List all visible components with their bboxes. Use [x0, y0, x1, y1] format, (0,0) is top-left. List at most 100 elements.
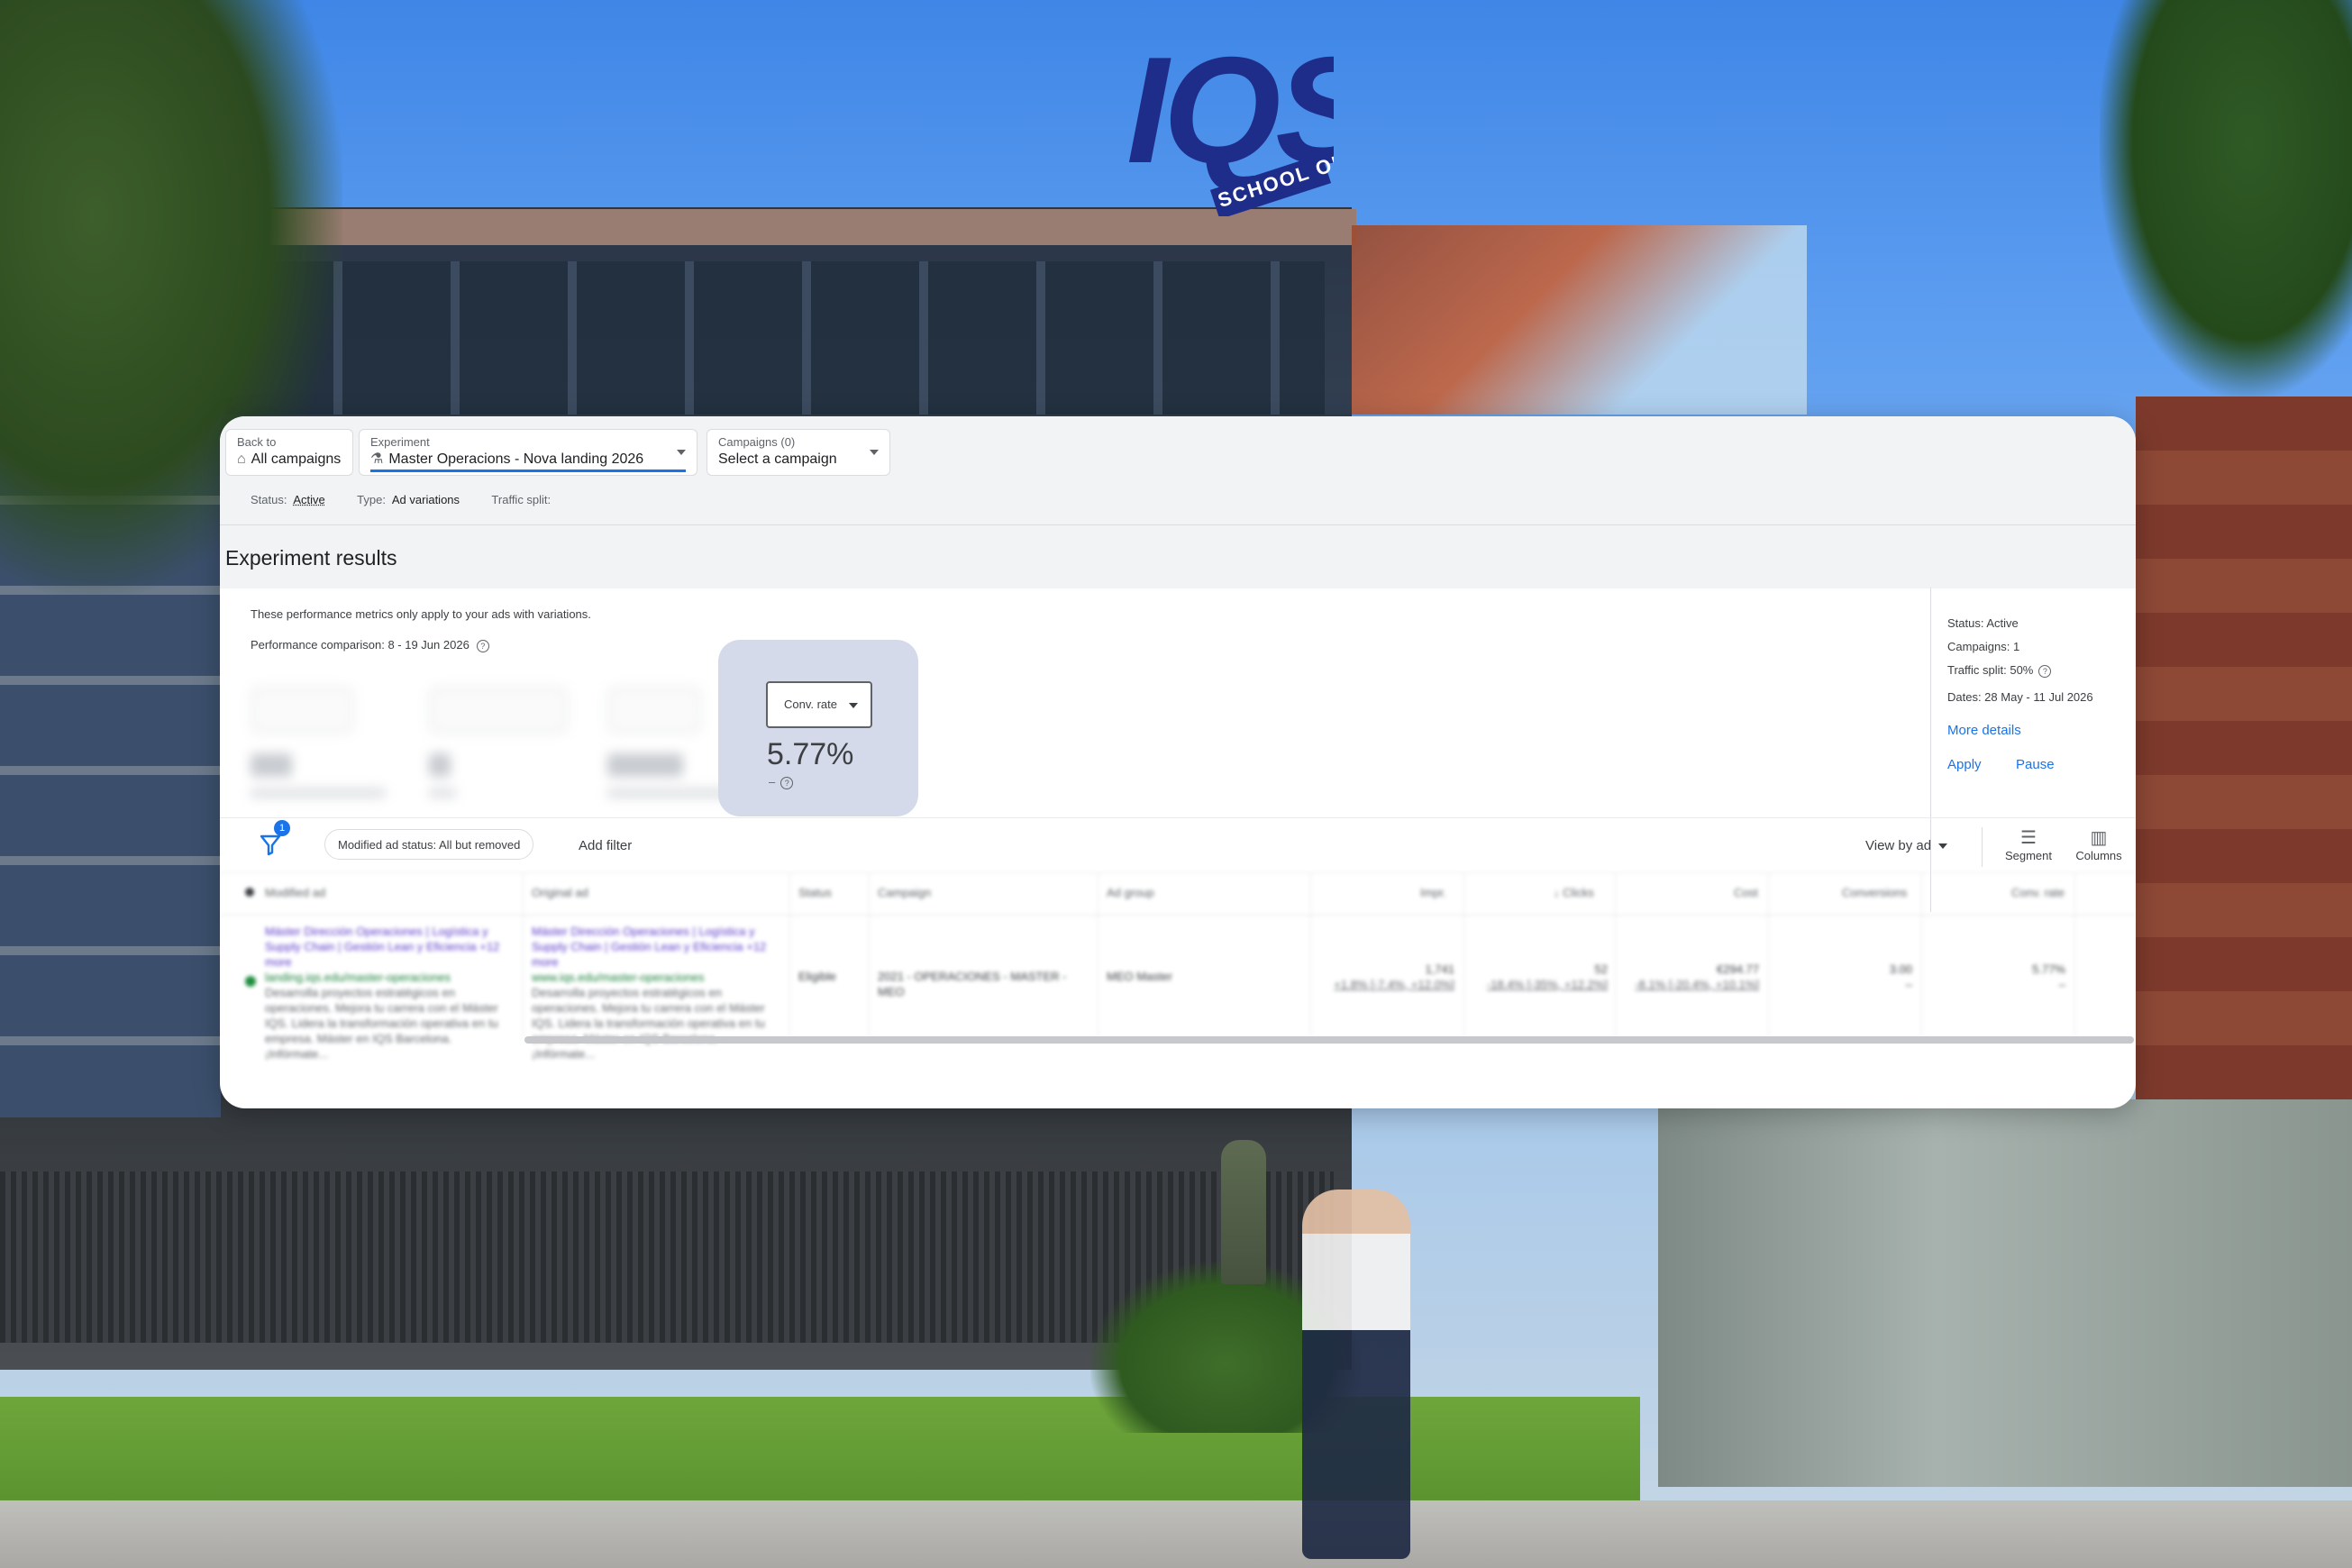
pause-link[interactable]: Pause: [2016, 757, 2055, 772]
experiment-header: Back to ⌂ All campaigns Experiment ⚗ Maste…: [220, 416, 2136, 525]
metric-value: [429, 753, 451, 777]
pavement: [0, 1500, 2352, 1568]
original-ad-description: Desarrolla proyectos estratégicos en ope…: [532, 986, 765, 1061]
modified-ad-cell[interactable]: Máster Dirección Operaciones | Logística…: [265, 924, 515, 1062]
iqs-logo: IQS SCHOOL OF MANAGEMENT · RAMON LLULL: [1126, 36, 1334, 216]
metric-card-conversions[interactable]: [429, 687, 591, 804]
glass-entrance: [1658, 1099, 2352, 1487]
metric-card-impressions[interactable]: [251, 687, 413, 804]
google-ads-experiment-panel: Back to ⌂ All campaigns Experiment ⚗ Maste…: [220, 416, 2136, 1108]
col-modified-ad[interactable]: Modified ad: [265, 886, 325, 899]
conversions-value: 3.00: [1889, 962, 1912, 976]
roof-canopy: [1352, 225, 1807, 415]
statue: [1221, 1140, 1266, 1284]
cost-delta[interactable]: -8.1% [-20.4%, +10.1%]: [1633, 977, 1759, 992]
conv-rate-cell: 5.77% –: [1939, 962, 2065, 992]
cost-cell: €294.77 -8.1% [-20.4%, +10.1%]: [1633, 962, 1759, 992]
help-icon[interactable]: ?: [780, 776, 794, 789]
building-upper-facade: [225, 261, 1325, 415]
campaigns-label: Campaigns (0): [718, 435, 796, 449]
metric-selector[interactable]: [429, 687, 568, 734]
conv-rate-sub: –: [769, 775, 776, 789]
columns-label: Columns: [2075, 849, 2122, 862]
col-original-ad[interactable]: Original ad: [532, 886, 588, 899]
status-label: Status:: [251, 493, 287, 506]
results-title-band: [220, 525, 2136, 588]
page-title: Experiment results: [225, 546, 397, 570]
conversions-cell: 3.00 –: [1786, 962, 1912, 992]
experiment-selector[interactable]: Experiment ⚗ Master Operacions - Nova lan…: [359, 429, 697, 476]
col-conversions[interactable]: Conversions: [1842, 886, 1907, 899]
metric-selector[interactable]: [607, 687, 701, 734]
metric-value: [607, 753, 683, 777]
status-column-icon: [245, 888, 254, 897]
type-label: Type:: [357, 493, 386, 506]
campaign-selector[interactable]: Campaigns (0) Select a campaign: [707, 429, 890, 476]
conversions-delta: –: [1905, 978, 1912, 991]
conv-rate-cell-value: 5.77%: [2032, 962, 2065, 976]
conv-rate-selector[interactable]: Conv. rate: [766, 681, 872, 728]
cost-value: €294.77: [1717, 962, 1759, 976]
horizontal-scrollbar[interactable]: [524, 1036, 2134, 1044]
modified-ad-description: Desarrolla proyectos estratégicos en ope…: [265, 986, 498, 1061]
impressions-value: 1,741: [1425, 962, 1454, 976]
col-ad-group[interactable]: Ad group: [1107, 886, 1154, 899]
col-cost[interactable]: Cost: [1734, 886, 1758, 899]
help-icon[interactable]: ?: [2038, 664, 2052, 678]
segment-button[interactable]: ☰ Segment: [1997, 827, 2060, 862]
chevron-down-icon: [849, 703, 858, 708]
home-icon: ⌂: [237, 451, 246, 467]
tree-right: [2100, 0, 2352, 397]
experiment-label: Experiment: [370, 435, 430, 449]
back-value: All campaigns: [251, 451, 342, 467]
filter-bar: 1 Modified ad status: All but removed Ad…: [220, 817, 2136, 872]
clicks-delta[interactable]: -18.4% [-35%, +12.2%]: [1481, 977, 1608, 992]
toolbar-divider: [1982, 827, 1983, 867]
metric-comparison: [429, 788, 456, 798]
col-status[interactable]: Status: [798, 886, 832, 899]
metrics-note: These performance metrics only apply to …: [251, 607, 591, 621]
campaigns-value: Select a campaign: [718, 451, 837, 467]
back-label: Back to: [237, 435, 277, 449]
original-ad-url: www.iqs.edu/master-operaciones: [532, 971, 705, 984]
metric-card-conv-rate[interactable]: Conv. rate 5.77% –?: [718, 640, 918, 816]
metric-comparison: [607, 788, 734, 798]
ad-group-cell[interactable]: MEO Master: [1107, 969, 1172, 984]
metric-value: [251, 753, 292, 777]
conv-rate-comparison: –?: [769, 775, 794, 789]
view-by-label: View by ad: [1865, 838, 1932, 853]
chevron-down-icon: [677, 450, 686, 455]
campaign-cell[interactable]: 2021 - OPERACIONES - MASTER - MEO: [878, 969, 1092, 999]
apply-link[interactable]: Apply: [1947, 757, 1982, 772]
view-by-selector[interactable]: View by ad: [1865, 838, 1948, 853]
brick-building: [2136, 397, 2352, 1117]
summary-dates: Dates: 28 May - 11 Jul 2026: [1947, 690, 2093, 704]
table-row[interactable]: Máster Dirección Operaciones | Logística…: [220, 915, 2136, 1061]
metric-selector[interactable]: [251, 687, 353, 734]
flask-icon: ⚗: [370, 451, 384, 467]
col-campaign[interactable]: Campaign: [878, 886, 931, 899]
summary-traffic: Traffic split: 50%?: [1947, 663, 2052, 678]
help-icon[interactable]: ?: [476, 639, 489, 652]
impressions-delta[interactable]: +1.8% [-7.4%, +12.0%]: [1328, 977, 1454, 992]
status-value[interactable]: Active: [293, 493, 324, 506]
original-ad-title[interactable]: Máster Dirección Operaciones | Logística…: [532, 924, 782, 970]
clicks-cell: 52 -18.4% [-35%, +12.2%]: [1481, 962, 1608, 992]
conv-rate-cell-delta: –: [2058, 978, 2065, 991]
metric-comparison: [251, 788, 386, 798]
col-impressions[interactable]: Impr.: [1420, 886, 1446, 899]
type-value: Ad variations: [391, 493, 460, 506]
columns-button[interactable]: ▥ Columns: [2067, 827, 2130, 862]
experiment-underline: [370, 469, 686, 472]
summary-traffic-text: Traffic split: 50%: [1947, 663, 2034, 677]
col-conv-rate[interactable]: Conv. rate: [2011, 886, 2065, 899]
performance-comparison: Performance comparison: 8 - 19 Jun 2026?: [251, 638, 489, 652]
add-filter-button[interactable]: Add filter: [579, 838, 632, 853]
col-clicks[interactable]: ↓ Clicks: [1554, 886, 1594, 899]
back-to-campaigns-button[interactable]: Back to ⌂ All campaigns: [225, 429, 353, 476]
modified-ad-title[interactable]: Máster Dirección Operaciones | Logística…: [265, 924, 515, 970]
summary-campaigns: Campaigns: 1: [1947, 640, 2020, 653]
filter-chip[interactable]: Modified ad status: All but removed: [324, 829, 534, 860]
more-details-link[interactable]: More details: [1947, 723, 2021, 738]
conv-rate-value: 5.77%: [767, 737, 854, 771]
